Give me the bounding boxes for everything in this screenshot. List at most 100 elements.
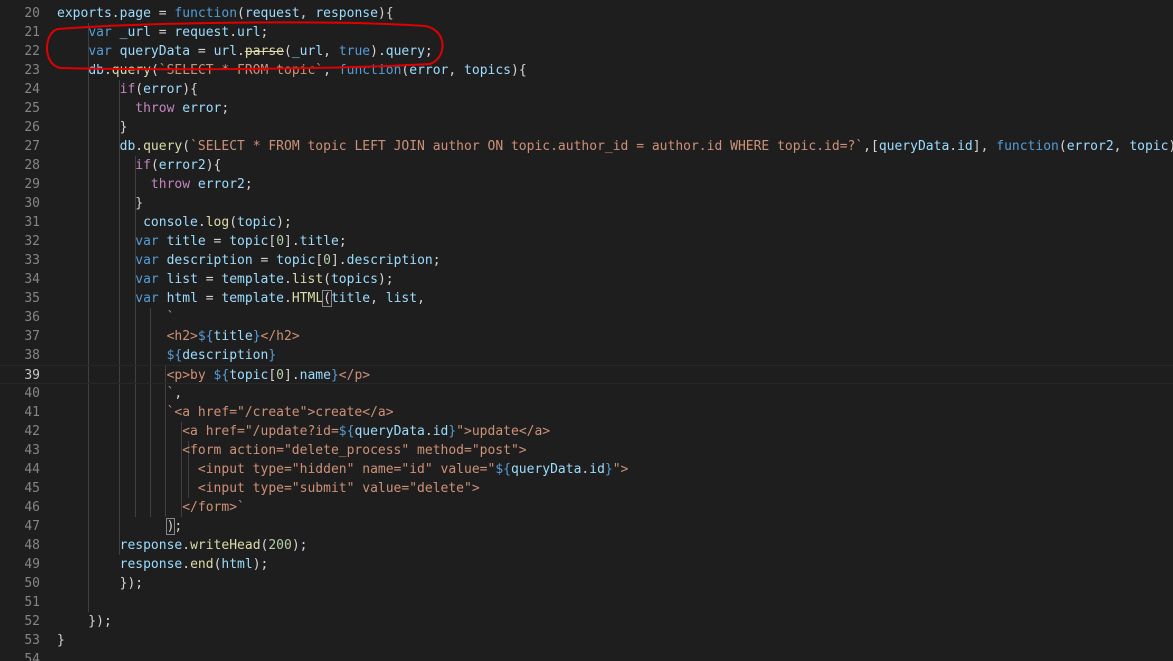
code-token: . <box>949 139 958 154</box>
code-line[interactable]: 22 var queryData = url.parse(_url, true)… <box>0 42 1173 61</box>
code-token: ; <box>174 519 183 534</box>
line-number: 42 <box>24 424 40 439</box>
code-line[interactable]: 45 <input type="submit" value="delete"> <box>0 479 1173 498</box>
code-token: } <box>57 196 144 211</box>
code-line[interactable]: 20 exports.page = function(request, respo… <box>0 4 1173 23</box>
code-token: ( <box>284 44 292 59</box>
code-line[interactable]: 53} <box>0 631 1173 650</box>
code-line[interactable]: 29 throw error2; <box>0 175 1173 194</box>
line-code: <h2>${title}</h2> <box>57 327 300 346</box>
code-token: ); <box>377 272 394 287</box>
line-code: var queryData = url.parse(_url, true).qu… <box>57 42 432 61</box>
code-line[interactable]: 51 <box>0 593 1173 612</box>
code-token: title <box>213 329 253 344</box>
code-line[interactable]: 33 var description = topic[0].descriptio… <box>0 251 1173 270</box>
line-code: db.query(`SELECT * FROM topic LEFT JOIN … <box>57 137 1173 156</box>
line-code: response.writeHead(200); <box>57 536 308 555</box>
code-token: </p> <box>338 368 371 383</box>
code-token: `SELECT * FROM topic` <box>158 63 324 78</box>
code-line[interactable]: 48 response.writeHead(200); <box>0 536 1173 555</box>
line-code: ); <box>57 517 182 536</box>
code-token: ; <box>260 25 269 40</box>
code-token: </form>` <box>182 500 245 515</box>
code-line[interactable]: 49 response.end(html); <box>0 555 1173 574</box>
code-token: . <box>237 44 245 59</box>
code-token: error <box>143 82 183 97</box>
code-line[interactable]: 44 <input type="hidden" name="id" value=… <box>0 460 1173 479</box>
code-token: . <box>182 538 191 553</box>
code-line[interactable]: 47 ); <box>0 517 1173 536</box>
code-line[interactable]: 46 </form>` <box>0 498 1173 517</box>
code-token: id <box>957 139 973 154</box>
code-line[interactable]: 27 db.query(`SELECT * FROM topic LEFT JO… <box>0 137 1173 156</box>
code-line[interactable]: 54 <box>0 650 1173 661</box>
code-line[interactable]: 39 <p>by ${topic[0].name}</p> <box>0 365 1173 384</box>
code-token: . <box>197 215 206 230</box>
code-token: function <box>996 139 1059 154</box>
line-code: `, <box>57 384 183 403</box>
code-token: ( <box>229 215 238 230</box>
code-token: error2 <box>1066 139 1114 154</box>
line-number: 32 <box>24 234 40 249</box>
code-token: HTML <box>291 291 324 306</box>
code-token: log <box>205 215 230 230</box>
code-token: ( <box>150 63 159 78</box>
code-line[interactable]: 30 } <box>0 194 1173 213</box>
line-code: exports.page = function(request, respons… <box>57 4 394 23</box>
line-number: 30 <box>24 196 40 211</box>
code-line[interactable]: 23 db.query(`SELECT * FROM topic`, funct… <box>0 61 1173 80</box>
code-line[interactable]: 36 ` <box>0 308 1173 327</box>
code-line[interactable]: 28 if(error2){ <box>0 156 1173 175</box>
code-line[interactable]: 40 `, <box>0 384 1173 403</box>
code-token: ){ <box>182 82 198 97</box>
code-line[interactable]: 31 console.log(topic); <box>0 213 1173 232</box>
code-line[interactable]: 50 }); <box>0 574 1173 593</box>
code-line[interactable]: 21 var _url = request.url; <box>0 23 1173 42</box>
line-number: 50 <box>24 576 40 591</box>
line-code: <input type="hidden" name="id" value="${… <box>57 460 629 479</box>
line-number: 39 <box>24 368 40 383</box>
code-token: topics <box>330 272 378 287</box>
code-line[interactable]: 43 <form action="delete_process" method=… <box>0 441 1173 460</box>
code-token: }); <box>57 576 144 591</box>
code-line[interactable]: 42 <a href="/update?id=${queryData.id}">… <box>0 422 1173 441</box>
code-token: var <box>88 25 112 40</box>
line-code: `<a href="/create">create</a> <box>57 403 394 422</box>
code-line[interactable]: 52 }); <box>0 612 1173 631</box>
code-token: throw <box>150 177 191 192</box>
code-token: ${ <box>197 329 214 344</box>
code-line[interactable]: 35 var html = template.HTML(title, list, <box>0 289 1173 308</box>
code-line[interactable]: 37 <h2>${title}</h2> <box>0 327 1173 346</box>
code-line[interactable]: 26 } <box>0 118 1173 137</box>
code-token: ); <box>276 215 292 230</box>
code-token: ]. <box>284 368 300 383</box>
code-token: ( <box>1058 139 1067 154</box>
code-token: response <box>119 557 183 572</box>
code-line[interactable]: 24 if(error){ <box>0 80 1173 99</box>
code-line[interactable]: 25 throw error; <box>0 99 1173 118</box>
code-token: writeHead <box>190 538 261 553</box>
code-line[interactable]: 32 var title = topic[0].title; <box>0 232 1173 251</box>
code-token: query <box>111 63 151 78</box>
code-line[interactable]: 38 ${description} <box>0 346 1173 365</box>
code-token: 0 <box>276 368 284 383</box>
code-line[interactable]: 34 var list = template.list(topics); <box>0 270 1173 289</box>
line-number: 43 <box>24 443 40 458</box>
code-token: list <box>166 272 198 287</box>
code-token: queryData <box>878 139 950 154</box>
code-token: html <box>166 291 198 306</box>
code-token: } <box>57 120 128 135</box>
code-token: 200 <box>268 538 292 553</box>
line-code: db.query(`SELECT * FROM topic`, function… <box>57 61 526 80</box>
code-editor[interactable]: 20 exports.page = function(request, respo… <box>0 0 1173 661</box>
code-line[interactable]: 41 `<a href="/create">create</a> <box>0 403 1173 422</box>
line-number: 51 <box>24 595 40 610</box>
line-number: 36 <box>24 310 40 325</box>
code-token: function <box>174 6 238 21</box>
